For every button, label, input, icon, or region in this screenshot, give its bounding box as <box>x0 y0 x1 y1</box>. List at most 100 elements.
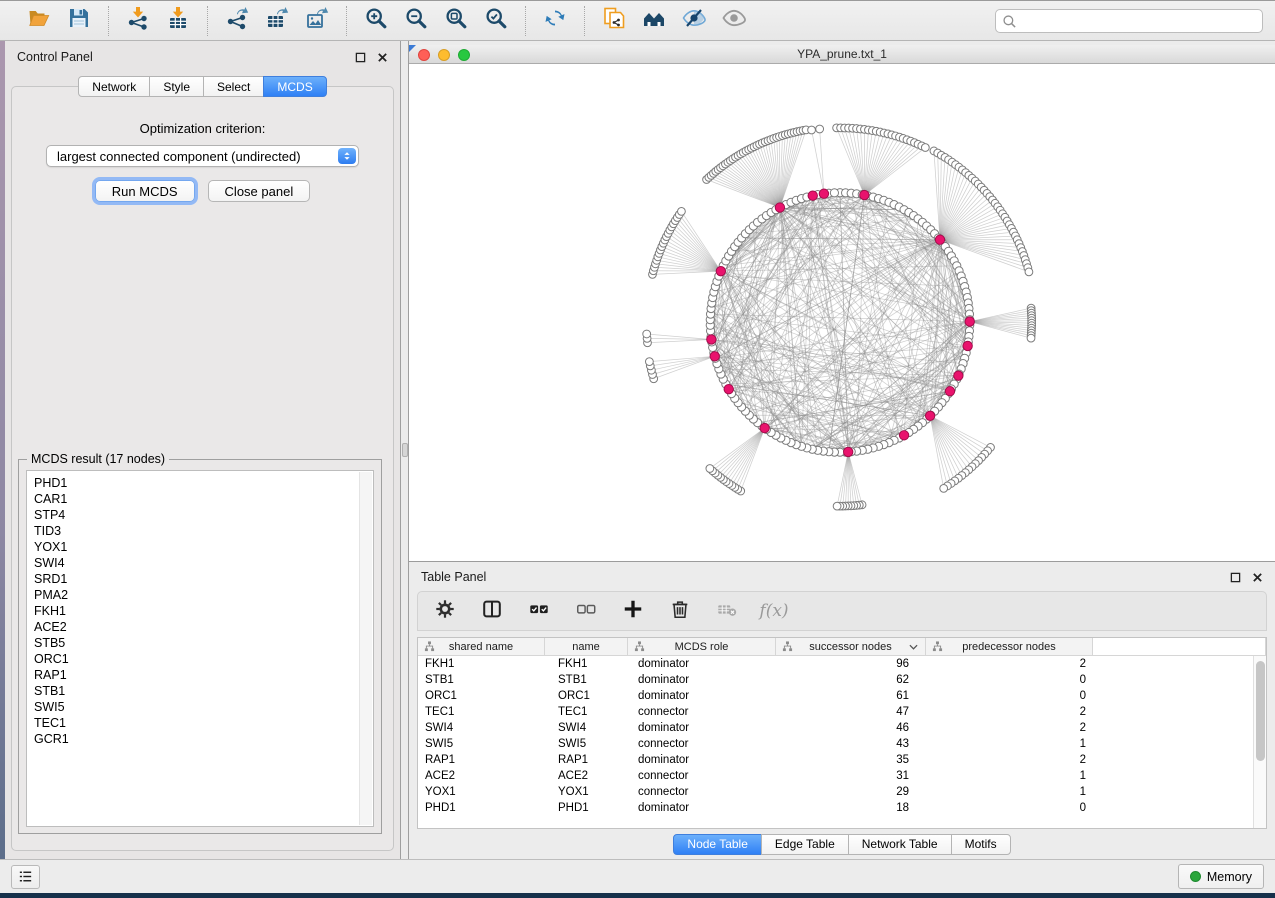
cell-shared-name: PHD1 <box>418 800 545 816</box>
mcds-result-list[interactable]: PHD1CAR1STP4TID3YOX1SWI4SRD1PMA2FKH1ACE2… <box>26 470 374 827</box>
mcds-result-item[interactable]: TEC1 <box>34 715 373 731</box>
tab-mcds[interactable]: MCDS <box>263 76 326 97</box>
select-all-icon <box>528 598 550 625</box>
select-all-button[interactable] <box>526 598 552 624</box>
table-row[interactable]: SWI5SWI5connector431 <box>418 736 1266 752</box>
mcds-result-item[interactable]: SRD1 <box>34 571 373 587</box>
mcds-result-item[interactable]: RAP1 <box>34 667 373 683</box>
hierarchy-icon <box>782 641 793 652</box>
table-row[interactable]: YOX1YOX1connector291 <box>418 784 1266 800</box>
panel-splitter[interactable] <box>401 41 409 859</box>
table-row[interactable]: ORC1ORC1dominator610 <box>418 688 1266 704</box>
zoom-selected-button[interactable] <box>479 6 513 36</box>
import-network-button[interactable] <box>121 6 155 36</box>
refresh-button[interactable] <box>538 6 572 36</box>
hide-selected-button[interactable] <box>677 6 711 36</box>
mcds-result-item[interactable]: STB5 <box>34 635 373 651</box>
export-table-button[interactable] <box>260 6 294 36</box>
mcds-result-item[interactable]: YOX1 <box>34 539 373 555</box>
add-button[interactable] <box>620 598 646 624</box>
cell-successor-nodes: 61 <box>776 688 926 704</box>
window-maximize-icon[interactable] <box>458 49 470 61</box>
table-row[interactable]: ACE2ACE2connector311 <box>418 768 1266 784</box>
close-panel-button[interactable]: Close panel <box>208 180 311 202</box>
run-mcds-button[interactable]: Run MCDS <box>95 180 195 202</box>
cell-predecessor-nodes: 1 <box>926 768 1093 784</box>
float-panel-icon[interactable] <box>355 52 366 63</box>
table-row[interactable]: FKH1FKH1dominator962 <box>418 656 1266 672</box>
table-scrollbar-thumb[interactable] <box>1256 661 1265 761</box>
window-close-icon[interactable] <box>418 49 430 61</box>
export-image-button[interactable] <box>300 6 334 36</box>
table-header-row: shared namenameMCDS rolesuccessor nodesp… <box>418 638 1266 656</box>
table-row[interactable]: SWI4SWI4dominator462 <box>418 720 1266 736</box>
import-table-button[interactable] <box>161 6 195 36</box>
control-panel: Control Panel NetworkStyleSelectMCDS Opt… <box>5 41 401 859</box>
task-history-button[interactable] <box>11 865 40 889</box>
close-panel-icon[interactable] <box>1252 572 1263 583</box>
mcds-result-item[interactable]: PMA2 <box>34 587 373 603</box>
mcds-result-item[interactable]: ORC1 <box>34 651 373 667</box>
cell-successor-nodes: 62 <box>776 672 926 688</box>
column-header-predecessor-nodes[interactable]: predecessor nodes <box>926 638 1093 655</box>
table-scrollbar[interactable] <box>1253 656 1266 828</box>
table-row[interactable]: PHD1PHD1dominator180 <box>418 800 1266 816</box>
column-header-successor-nodes[interactable]: successor nodes <box>776 638 926 655</box>
open-file-button[interactable] <box>22 6 56 36</box>
mcds-result-item[interactable]: ACE2 <box>34 619 373 635</box>
search-input[interactable] <box>995 9 1263 33</box>
mcds-result-item[interactable]: SWI5 <box>34 699 373 715</box>
mcds-result-item[interactable]: PHD1 <box>34 475 373 491</box>
memory-button[interactable]: Memory <box>1178 864 1264 889</box>
window-minimize-icon[interactable] <box>438 49 450 61</box>
column-header-name[interactable]: name <box>545 638 628 655</box>
column-header-shared-name[interactable]: shared name <box>418 638 545 655</box>
tab-select[interactable]: Select <box>203 76 264 97</box>
gear-button[interactable] <box>432 598 458 624</box>
cell-name: ORC1 <box>545 688 628 704</box>
tab-network-table[interactable]: Network Table <box>848 834 952 855</box>
mcds-result-item[interactable]: STB1 <box>34 683 373 699</box>
mcds-result-item[interactable]: STP4 <box>34 507 373 523</box>
zoom-fit-button[interactable] <box>439 6 473 36</box>
network-overview-button[interactable] <box>637 6 671 36</box>
tab-style[interactable]: Style <box>149 76 204 97</box>
save-session-button[interactable] <box>62 6 96 36</box>
mcds-result-item[interactable]: TID3 <box>34 523 373 539</box>
table-row[interactable]: STB1STB1dominator620 <box>418 672 1266 688</box>
close-panel-icon[interactable] <box>377 52 388 63</box>
delete-button[interactable] <box>667 598 693 624</box>
cell-successor-nodes: 43 <box>776 736 926 752</box>
zoom-in-button[interactable] <box>359 6 393 36</box>
table-row[interactable]: RAP1RAP1dominator352 <box>418 752 1266 768</box>
cell-shared-name: TEC1 <box>418 704 545 720</box>
float-panel-icon[interactable] <box>1230 572 1241 583</box>
tab-motifs[interactable]: Motifs <box>951 834 1011 855</box>
hierarchy-icon <box>424 641 435 652</box>
mcds-result-item[interactable]: FKH1 <box>34 603 373 619</box>
tab-edge-table[interactable]: Edge Table <box>761 834 849 855</box>
columns-button[interactable] <box>479 598 505 624</box>
network-graph[interactable] <box>409 64 1275 561</box>
table-body: FKH1FKH1dominator962STB1STB1dominator620… <box>418 656 1266 816</box>
deselect-all-button[interactable] <box>573 598 599 624</box>
export-network-button[interactable] <box>220 6 254 36</box>
table-row[interactable]: TEC1TEC1connector472 <box>418 704 1266 720</box>
zoom-out-button[interactable] <box>399 6 433 36</box>
tab-node-table[interactable]: Node Table <box>673 834 762 855</box>
cell-name: ACE2 <box>545 768 628 784</box>
tab-network[interactable]: Network <box>78 76 150 97</box>
mcds-result-item[interactable]: GCR1 <box>34 731 373 747</box>
mcds-result-item[interactable]: CAR1 <box>34 491 373 507</box>
show-all-button[interactable] <box>717 6 751 36</box>
mcds-list-scrollbar[interactable] <box>359 472 372 825</box>
optimization-criterion-select[interactable]: largest connected component (undirected) <box>46 145 359 167</box>
cell-successor-nodes: 96 <box>776 656 926 672</box>
network-canvas[interactable] <box>409 64 1275 561</box>
mcds-result-item[interactable]: SWI4 <box>34 555 373 571</box>
mcds-result-items: PHD1CAR1STP4TID3YOX1SWI4SRD1PMA2FKH1ACE2… <box>34 475 373 747</box>
share-document-button[interactable] <box>597 6 631 36</box>
column-header-mcds-role[interactable]: MCDS role <box>628 638 776 655</box>
cell-mcds-role: dominator <box>628 752 776 768</box>
network-window-titlebar[interactable]: YPA_prune.txt_1 <box>409 45 1275 64</box>
